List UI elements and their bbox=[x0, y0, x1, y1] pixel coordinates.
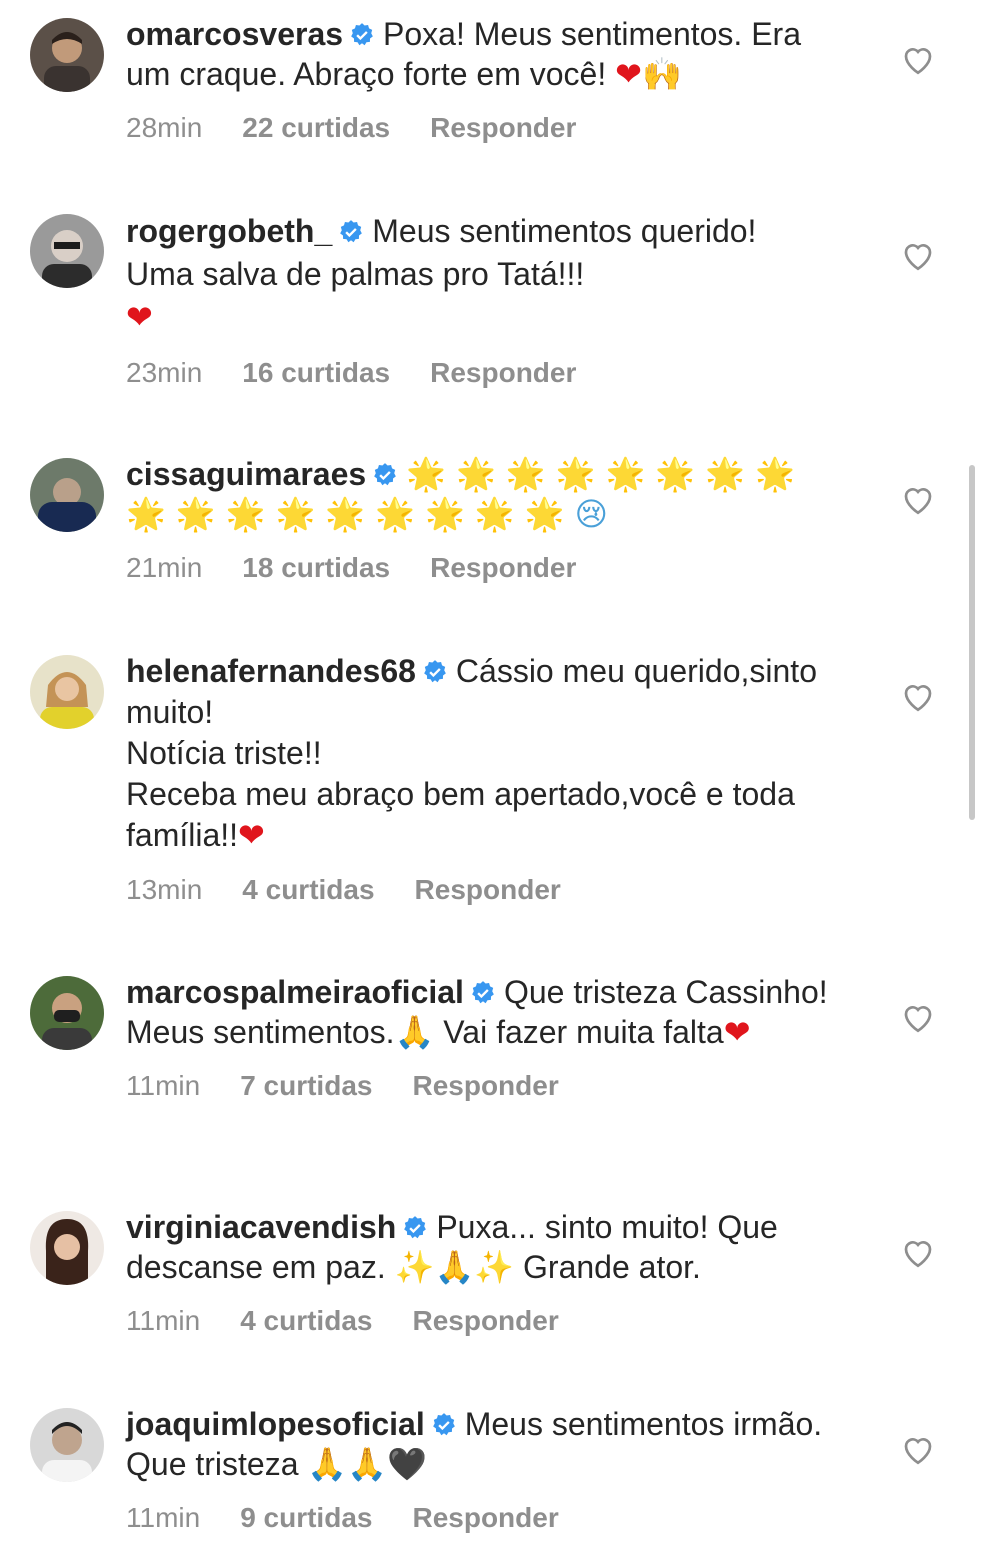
avatar[interactable] bbox=[30, 18, 104, 92]
avatar[interactable] bbox=[30, 458, 104, 532]
avatar[interactable] bbox=[30, 655, 104, 729]
comment-meta: 11min 9 curtidas Responder bbox=[126, 1502, 846, 1534]
username[interactable]: rogergobeth_ bbox=[126, 213, 332, 249]
verified-badge-icon bbox=[351, 23, 373, 46]
heart-outline-icon[interactable] bbox=[900, 42, 936, 78]
heart-outline-icon[interactable] bbox=[900, 482, 936, 518]
folded-hands-emoji: 🙏 bbox=[394, 1013, 435, 1051]
comment-text: virginiacavendish Puxa... sinto muito! Qu… bbox=[126, 1207, 846, 1287]
heart-outline-icon[interactable] bbox=[900, 1000, 936, 1036]
folded-hands-emoji: 🙏🙏 bbox=[307, 1445, 388, 1483]
likes-count[interactable]: 7 curtidas bbox=[240, 1070, 372, 1102]
comment-time: 28min bbox=[126, 112, 203, 143]
black-heart-emoji: 🖤 bbox=[387, 1445, 427, 1483]
comment-body: helenafernandes68 Cássio meu querido,sint… bbox=[126, 651, 846, 906]
heart-outline-icon[interactable] bbox=[900, 1235, 936, 1271]
reply-button[interactable]: Responder bbox=[415, 874, 561, 906]
likes-count[interactable]: 16 curtidas bbox=[242, 357, 390, 389]
verified-badge-icon bbox=[424, 660, 446, 683]
verified-badge-icon bbox=[472, 981, 494, 1004]
scrollbar[interactable] bbox=[969, 465, 975, 820]
comment-time: 11min bbox=[126, 1070, 201, 1101]
verified-badge-icon bbox=[404, 1216, 427, 1239]
comment-message-cont: Vai fazer muita falta bbox=[434, 1014, 724, 1050]
username[interactable]: virginiacavendish bbox=[126, 1209, 396, 1245]
comment-body: omarcosveras Poxa! Meus sentimentos. Era … bbox=[126, 14, 846, 144]
comment-text: cissaguimaraes 🌟🌟🌟🌟🌟🌟🌟🌟🌟🌟🌟🌟🌟🌟🌟🌟🌟😢 bbox=[126, 454, 846, 534]
comment-text: helenafernandes68 Cássio meu querido,sint… bbox=[126, 651, 846, 856]
comment-meta: 21min 18 curtidas Responder bbox=[126, 552, 846, 584]
comment-time: 13min bbox=[126, 874, 203, 905]
comment-text: marcospalmeiraoficial Que tristeza Cassin… bbox=[126, 972, 846, 1052]
comment-body: virginiacavendish Puxa... sinto muito! Qu… bbox=[126, 1207, 846, 1337]
comment-text: omarcosveras Poxa! Meus sentimentos. Era … bbox=[126, 14, 846, 94]
heart-outline-icon[interactable] bbox=[900, 1432, 936, 1468]
verified-badge-icon bbox=[432, 1413, 455, 1436]
reply-button[interactable]: Responder bbox=[412, 1070, 558, 1102]
likes-count[interactable]: 4 curtidas bbox=[242, 874, 374, 906]
comment-meta: 11min 4 curtidas Responder bbox=[126, 1305, 846, 1337]
likes-count[interactable]: 9 curtidas bbox=[240, 1502, 372, 1534]
likes-count[interactable]: 22 curtidas bbox=[242, 112, 390, 144]
heart-outline-icon[interactable] bbox=[900, 679, 936, 715]
comment-body: marcospalmeiraoficial Que tristeza Cassin… bbox=[126, 972, 846, 1102]
comment-text: joaquimlopesoficial Meus sentimentos irmã… bbox=[126, 1404, 846, 1484]
red-heart-emoji: ❤ bbox=[238, 816, 265, 854]
reply-button[interactable]: Responder bbox=[412, 1502, 558, 1534]
comment-time: 11min bbox=[126, 1502, 201, 1533]
red-heart-emoji: ❤ bbox=[126, 298, 153, 336]
avatar[interactable] bbox=[30, 976, 104, 1050]
comment-meta: 11min 7 curtidas Responder bbox=[126, 1070, 846, 1102]
comment-text: rogergobeth_ Meus sentimentos querido! Um… bbox=[126, 210, 846, 339]
comment-meta: 13min 4 curtidas Responder bbox=[126, 874, 846, 906]
reply-button[interactable]: Responder bbox=[430, 357, 576, 389]
comment-message-cont: Grande ator. bbox=[514, 1249, 701, 1285]
comment-time: 23min bbox=[126, 357, 203, 388]
avatar[interactable] bbox=[30, 214, 104, 288]
verified-badge-icon bbox=[340, 220, 363, 243]
verified-badge-icon bbox=[374, 463, 396, 486]
likes-count[interactable]: 4 curtidas bbox=[240, 1305, 372, 1337]
username[interactable]: helenafernandes68 bbox=[126, 653, 416, 689]
avatar[interactable] bbox=[30, 1211, 104, 1285]
likes-count[interactable]: 18 curtidas bbox=[242, 552, 390, 584]
crying-face-emoji: 😢 bbox=[574, 495, 608, 533]
heart-outline-icon[interactable] bbox=[900, 238, 936, 274]
avatar[interactable] bbox=[30, 1408, 104, 1482]
comment-body: joaquimlopesoficial Meus sentimentos irmã… bbox=[126, 1404, 846, 1534]
comment-body: cissaguimaraes 🌟🌟🌟🌟🌟🌟🌟🌟🌟🌟🌟🌟🌟🌟🌟🌟🌟😢 21min 1… bbox=[126, 454, 846, 584]
username[interactable]: omarcosveras bbox=[126, 16, 343, 52]
username[interactable]: marcospalmeiraoficial bbox=[126, 974, 464, 1010]
red-heart-emoji: ❤ bbox=[723, 1013, 751, 1051]
comment-meta: 28min 22 curtidas Responder bbox=[126, 112, 846, 144]
comment-meta: 23min 16 curtidas Responder bbox=[126, 357, 846, 389]
username[interactable]: cissaguimaraes bbox=[126, 456, 366, 492]
reply-button[interactable]: Responder bbox=[412, 1305, 558, 1337]
raising-hands-emoji: 🙌 bbox=[641, 55, 682, 93]
red-heart-emoji: ❤ bbox=[615, 55, 642, 93]
comment-body: rogergobeth_ Meus sentimentos querido! Um… bbox=[126, 210, 846, 389]
username[interactable]: joaquimlopesoficial bbox=[126, 1406, 425, 1442]
comment-time: 21min bbox=[126, 552, 203, 583]
reply-button[interactable]: Responder bbox=[430, 552, 576, 584]
comment-time: 11min bbox=[126, 1305, 201, 1336]
reply-button[interactable]: Responder bbox=[430, 112, 576, 144]
sparkles-folded-hands-emoji: ✨🙏✨ bbox=[394, 1248, 515, 1286]
